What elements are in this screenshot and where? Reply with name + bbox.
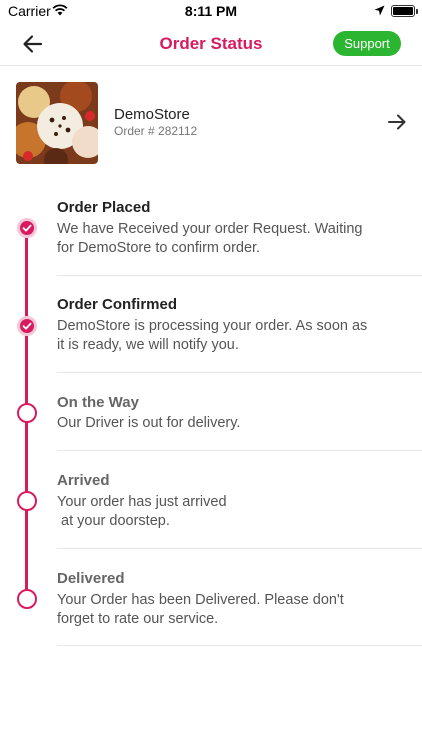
step-description: Our Driver is out for delivery. — [57, 415, 241, 431]
divider — [57, 645, 422, 646]
order-number: Order # 282112 — [114, 124, 198, 138]
status-bar: Carrier 8:11 PM — [0, 0, 422, 22]
step-title: Order Placed — [57, 199, 151, 216]
store-name: DemoStore — [114, 106, 190, 123]
nav-bar: Order Status Support — [0, 22, 422, 66]
divider — [57, 275, 422, 276]
step-title: Order Confirmed — [57, 296, 178, 313]
empty-circle-icon — [17, 589, 37, 609]
battery-icon — [391, 5, 418, 17]
check-circle-icon — [17, 316, 37, 336]
store-card[interactable]: DemoStore Order # 282112 — [0, 74, 422, 172]
step-title: Arrived — [57, 472, 110, 489]
divider — [57, 548, 422, 549]
store-image — [16, 82, 98, 164]
step-description: Your Order has been Delivered. Please do… — [57, 592, 344, 627]
step-title: Delivered — [57, 570, 125, 587]
check-circle-icon — [17, 218, 37, 238]
step-description: We have Received your order Request. Wai… — [57, 221, 363, 256]
step-description: Your order has just arrived at your door… — [57, 494, 227, 529]
empty-circle-icon — [17, 403, 37, 423]
clock: 8:11 PM — [184, 3, 238, 19]
step-title: On the Way — [57, 394, 139, 411]
location-icon — [374, 5, 385, 16]
divider — [57, 450, 422, 451]
step-description: DemoStore is processing your order. As s… — [57, 318, 368, 353]
empty-circle-icon — [17, 491, 37, 511]
divider — [57, 372, 422, 373]
arrow-right-icon — [388, 114, 406, 130]
support-button[interactable]: Support — [333, 31, 401, 56]
